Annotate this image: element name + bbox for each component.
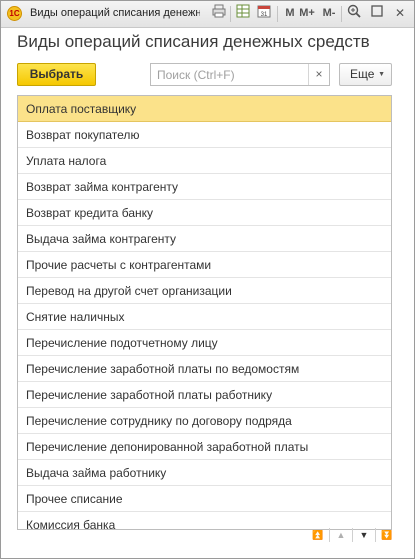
memory-minus-button[interactable]: M- [321,4,337,22]
memory-plus-button[interactable]: M+ [299,4,315,22]
list-item[interactable]: Прочее списание [18,486,391,512]
dialog-window: 1С Виды операций списания денежных 31 M … [0,0,415,559]
list-item[interactable]: Перечисление депонированной заработной п… [18,434,391,460]
nav-separator [352,528,353,542]
list-item[interactable]: Перечисление заработной платы по ведомос… [18,356,391,382]
search-input[interactable] [151,64,307,85]
first-page-icon[interactable]: ⏫ [308,526,328,544]
app-logo-icon: 1С [7,6,22,21]
list-item[interactable]: Снятие наличных [18,304,391,330]
list-item[interactable]: Оплата поставщику [18,96,391,122]
calendar-icon[interactable]: 31 [256,4,272,22]
list-item[interactable]: Перевод на другой счет организации [18,278,391,304]
more-button[interactable]: Еще ▼ [339,63,392,86]
page-title: Виды операций списания денежных средств [17,32,370,51]
list-item[interactable]: Прочие расчеты с контрагентами [18,252,391,278]
nav-separator [375,528,376,542]
print-icon[interactable] [211,4,227,22]
list-item[interactable]: Возврат покупателю [18,122,391,148]
zoom-icon[interactable] [346,4,362,22]
list-item[interactable]: Выдача займа контрагенту [18,226,391,252]
restore-icon[interactable] [369,4,385,22]
list-item[interactable]: Перечисление сотруднику по договору подр… [18,408,391,434]
svg-text:31: 31 [261,12,268,18]
list-item[interactable]: Уплата налога [18,148,391,174]
search-clear-button[interactable]: × [308,64,329,85]
prev-page-icon[interactable]: ▲ [331,526,351,544]
list-item[interactable]: Возврат кредита банку [18,200,391,226]
nav-separator [329,528,330,542]
close-button[interactable]: ✕ [392,4,408,22]
window-title: Виды операций списания денежных [30,7,200,19]
toolbar-separator [230,6,231,22]
operations-list[interactable]: Оплата поставщику Возврат покупателю Упл… [17,95,392,530]
next-page-icon[interactable]: ▼ [354,526,374,544]
list-item[interactable]: Возврат займа контрагенту [18,174,391,200]
last-page-icon[interactable]: ⏬ [377,526,397,544]
list-item[interactable]: Выдача займа работнику [18,460,391,486]
chevron-down-icon: ▼ [378,71,385,78]
more-button-label: Еще [350,67,375,81]
search-field: × [150,63,330,86]
list-item[interactable]: Перечисление заработной платы работнику [18,382,391,408]
select-button[interactable]: Выбрать [17,63,96,86]
memory-button[interactable]: M [282,4,298,22]
title-bar: 1С Виды операций списания денежных 31 M … [1,1,414,28]
table-icon[interactable] [235,4,251,22]
list-item[interactable]: Перечисление подотчетному лицу [18,330,391,356]
toolbar-separator [277,6,278,22]
toolbar-separator [341,6,342,22]
